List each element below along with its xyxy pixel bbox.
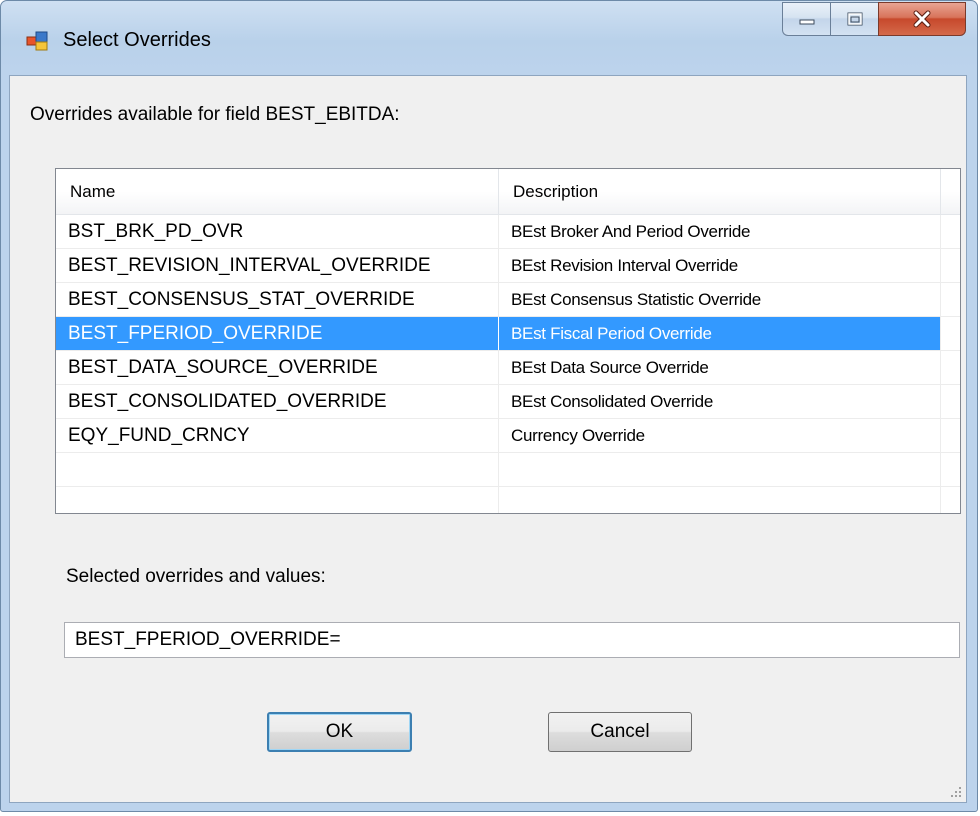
- column-header-filler: [941, 169, 960, 214]
- empty-cell: [499, 487, 941, 513]
- selected-overrides-field[interactable]: BEST_FPERIOD_OVERRIDE=: [64, 622, 960, 658]
- empty-cell: [56, 453, 499, 486]
- list-item-description: BEst Fiscal Period Override: [499, 317, 941, 350]
- caption-buttons: [782, 2, 966, 36]
- window-title: Select Overrides: [63, 29, 211, 51]
- list-item[interactable]: BEST_FPERIOD_OVERRIDE BEst Fiscal Period …: [56, 317, 960, 351]
- list-item-description: Currency Override: [499, 419, 941, 452]
- list-body: BST_BRK_PD_OVR BEst Broker And Period Ove…: [56, 215, 960, 513]
- minimize-button[interactable]: [782, 2, 830, 36]
- list-header: Name Description: [56, 169, 960, 215]
- dialog-client-area: Overrides available for field BEST_EBITD…: [9, 75, 967, 803]
- list-item-name: BEST_DATA_SOURCE_OVERRIDE: [56, 351, 499, 384]
- list-item[interactable]: EQY_FUND_CRNCY Currency Override: [56, 419, 960, 453]
- app-window-icon: [26, 31, 48, 51]
- maximize-button[interactable]: [830, 2, 878, 36]
- list-item-description: BEst Consolidated Override: [499, 385, 941, 418]
- empty-cell: [56, 487, 499, 513]
- ok-button[interactable]: OK: [267, 712, 412, 752]
- column-header-description[interactable]: Description: [499, 169, 941, 214]
- empty-cell: [499, 453, 941, 486]
- list-item[interactable]: BEST_DATA_SOURCE_OVERRIDE BEst Data Sourc…: [56, 351, 960, 385]
- selected-overrides-label: Selected overrides and values:: [66, 566, 326, 587]
- list-item[interactable]: BEST_REVISION_INTERVAL_OVERRIDE BEst Revi…: [56, 249, 960, 283]
- empty-row: [56, 487, 960, 513]
- list-item-name: BEST_FPERIOD_OVERRIDE: [56, 317, 499, 350]
- cancel-button[interactable]: Cancel: [548, 712, 692, 752]
- resize-grip-icon[interactable]: [948, 784, 962, 798]
- maximize-icon: [847, 12, 862, 26]
- minimize-icon: [799, 19, 814, 25]
- column-header-name[interactable]: Name: [56, 169, 499, 214]
- select-overrides-window: Select Overrides Overrides available for…: [0, 0, 978, 812]
- list-item[interactable]: BEST_CONSOLIDATED_OVERRIDE BEst Consolida…: [56, 385, 960, 419]
- list-item-name: BEST_CONSENSUS_STAT_OVERRIDE: [56, 283, 499, 316]
- list-item[interactable]: BEST_CONSENSUS_STAT_OVERRIDE BEst Consens…: [56, 283, 960, 317]
- title-bar[interactable]: Select Overrides: [1, 1, 977, 75]
- list-item[interactable]: BST_BRK_PD_OVR BEst Broker And Period Ove…: [56, 215, 960, 249]
- list-item-name: BST_BRK_PD_OVR: [56, 215, 499, 248]
- list-item-description: BEst Revision Interval Override: [499, 249, 941, 282]
- close-button[interactable]: [878, 2, 966, 36]
- available-overrides-label: Overrides available for field BEST_EBITD…: [30, 104, 400, 125]
- close-icon: [913, 10, 931, 28]
- list-item-description: BEst Consensus Statistic Override: [499, 283, 941, 316]
- list-item-description: BEst Data Source Override: [499, 351, 941, 384]
- list-item-name: BEST_CONSOLIDATED_OVERRIDE: [56, 385, 499, 418]
- list-item-name: EQY_FUND_CRNCY: [56, 419, 499, 452]
- overrides-list[interactable]: Name Description BST_BRK_PD_OVR BEst Brok…: [55, 168, 961, 514]
- empty-row: [56, 453, 960, 487]
- list-item-name: BEST_REVISION_INTERVAL_OVERRIDE: [56, 249, 499, 282]
- list-item-description: BEst Broker And Period Override: [499, 215, 941, 248]
